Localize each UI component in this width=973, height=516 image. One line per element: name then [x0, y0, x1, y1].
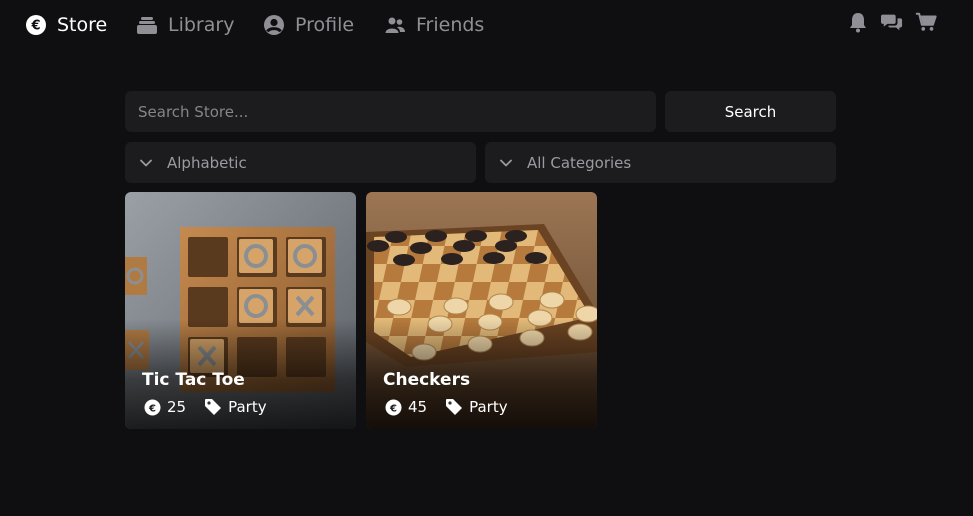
- chat-icon[interactable]: [881, 11, 903, 33]
- chevron-down-icon: [499, 154, 513, 172]
- nav-store[interactable]: € Store: [25, 12, 107, 38]
- game-title: Checkers: [383, 370, 471, 390]
- library-stack-icon: [136, 14, 158, 36]
- tag-icon: [445, 398, 463, 416]
- search-button[interactable]: Search: [665, 91, 836, 132]
- nav-friends-label: Friends: [416, 14, 485, 36]
- svg-text:€: €: [148, 403, 156, 414]
- game-meta: € 25 Party: [143, 398, 267, 416]
- nav-friends[interactable]: Friends: [384, 12, 484, 38]
- user-circle-icon: [263, 14, 285, 36]
- bell-icon[interactable]: [847, 11, 869, 33]
- users-icon: [384, 14, 406, 36]
- nav-profile[interactable]: Profile: [263, 12, 354, 38]
- game-tag: Party: [228, 398, 267, 416]
- top-nav: € Store Library Profile Friends: [0, 0, 973, 50]
- nav-library[interactable]: Library: [136, 12, 234, 38]
- game-meta: € 45 Party: [384, 398, 508, 416]
- euro-coin-icon: €: [143, 398, 161, 416]
- game-card-tic-tac-toe[interactable]: Tic Tac Toe € 25 Party: [125, 192, 356, 429]
- svg-text:€: €: [30, 19, 40, 34]
- tag-icon: [204, 398, 222, 416]
- search-input[interactable]: [125, 91, 656, 132]
- game-tag: Party: [469, 398, 508, 416]
- nav-profile-label: Profile: [295, 14, 355, 36]
- nav-store-label: Store: [57, 14, 108, 36]
- chevron-down-icon: [139, 154, 153, 172]
- game-card-checkers[interactable]: Checkers € 45 Party: [366, 192, 597, 429]
- euro-coin-icon: €: [25, 14, 47, 36]
- sort-select[interactable]: Alphabetic: [125, 142, 476, 183]
- sort-select-value: Alphabetic: [167, 153, 247, 172]
- cart-icon[interactable]: [915, 11, 937, 33]
- category-select[interactable]: All Categories: [485, 142, 836, 183]
- nav-library-label: Library: [168, 14, 235, 36]
- svg-text:€: €: [389, 403, 397, 414]
- game-price: 25: [167, 398, 187, 416]
- category-select-value: All Categories: [527, 153, 632, 172]
- euro-coin-icon: €: [384, 398, 402, 416]
- game-title: Tic Tac Toe: [142, 370, 245, 390]
- nav-actions: [847, 11, 937, 33]
- game-price: 45: [408, 398, 428, 416]
